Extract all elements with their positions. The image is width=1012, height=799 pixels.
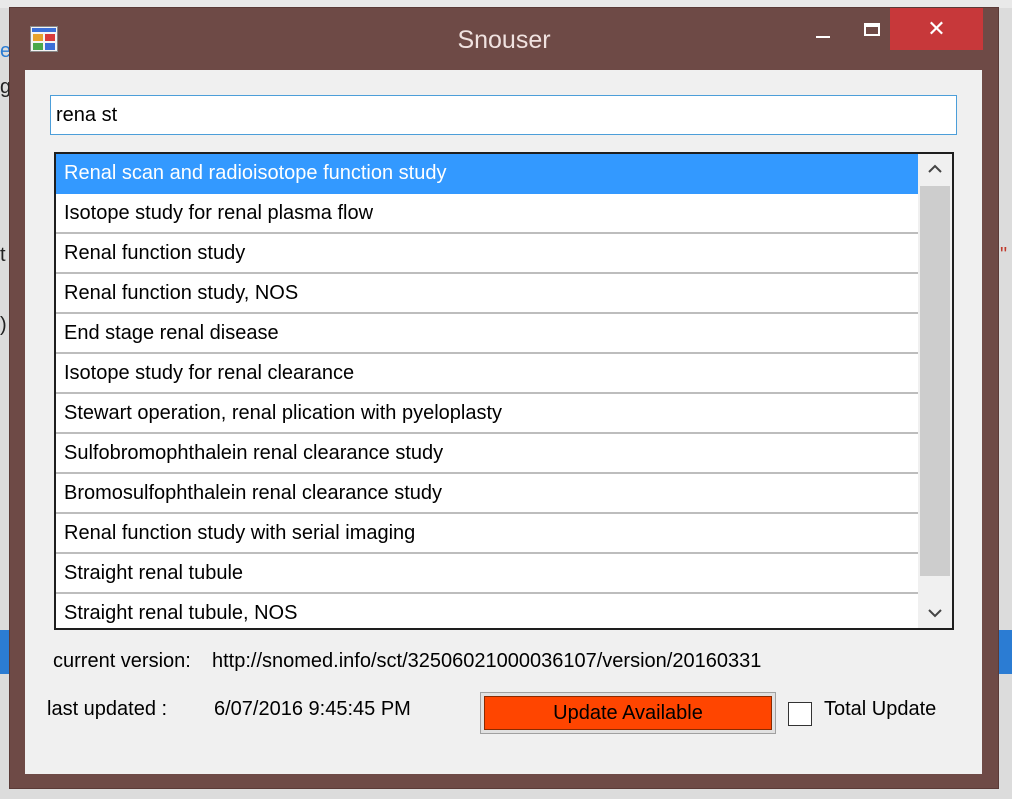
list-item[interactable]: Renal function study with serial imaging (56, 514, 918, 554)
background-window-edge (0, 0, 1012, 8)
results-list-items: Renal scan and radioisotope function stu… (56, 154, 918, 628)
close-icon: ✕ (927, 16, 946, 41)
results-list[interactable]: Renal scan and radioisotope function stu… (54, 152, 954, 630)
total-update-checkbox[interactable] (788, 702, 812, 726)
chevron-up-icon (928, 164, 942, 173)
last-updated-value: 6/07/2016 9:45:45 PM (214, 698, 411, 720)
update-available-button[interactable]: Update Available (480, 692, 776, 734)
background-text-fragment: ) (0, 314, 7, 336)
last-updated-label: last updated : (47, 698, 168, 720)
total-update-label[interactable]: Total Update (824, 698, 936, 721)
minimize-icon (816, 36, 830, 38)
list-item[interactable]: End stage renal disease (56, 314, 918, 354)
title-bar[interactable]: Snouser ✕ (10, 8, 998, 70)
results-scrollbar[interactable] (918, 154, 952, 628)
search-input[interactable] (50, 95, 957, 135)
list-item[interactable]: Renal function study, NOS (56, 274, 918, 314)
snouser-window: Snouser ✕ Renal scan and radioisotope fu… (10, 8, 998, 788)
version-value: http://snomed.info/sct/32506021000036107… (212, 650, 762, 672)
background-text-fragment: " (1000, 244, 1008, 266)
list-item[interactable]: Stewart operation, renal plication with … (56, 394, 918, 434)
maximize-icon (864, 22, 880, 36)
list-item[interactable]: Bromosulfophthalein renal clearance stud… (56, 474, 918, 514)
background-text-fragment: t (0, 244, 6, 266)
list-item[interactable]: Renal function study (56, 234, 918, 274)
list-item[interactable]: Sulfobromophthalein renal clearance stud… (56, 434, 918, 474)
close-button[interactable]: ✕ (890, 8, 983, 50)
version-label: current version: (53, 650, 191, 672)
background-strip-right (996, 630, 1012, 674)
client-area: Renal scan and radioisotope function stu… (25, 70, 982, 774)
list-item[interactable]: Renal scan and radioisotope function stu… (56, 154, 918, 194)
list-item[interactable]: Isotope study for renal plasma flow (56, 194, 918, 234)
list-item[interactable]: Straight renal tubule (56, 554, 918, 594)
scroll-thumb[interactable] (920, 186, 950, 576)
scroll-up-button[interactable] (918, 154, 952, 184)
list-item[interactable]: Straight renal tubule, NOS (56, 594, 918, 628)
update-available-label: Update Available (484, 696, 772, 730)
list-item[interactable]: Isotope study for renal clearance (56, 354, 918, 394)
scroll-down-button[interactable] (918, 598, 952, 628)
maximize-button[interactable] (850, 8, 894, 52)
chevron-down-icon (928, 609, 942, 618)
minimize-button[interactable] (800, 8, 846, 52)
